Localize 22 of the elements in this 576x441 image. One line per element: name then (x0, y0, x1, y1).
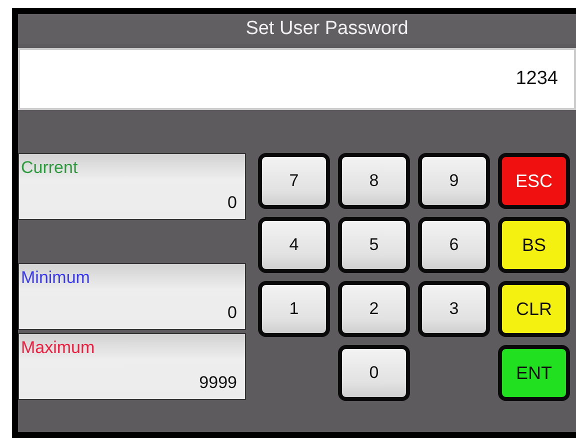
digit-key[interactable]: 3 (418, 281, 490, 337)
digit-key[interactable]: 9 (418, 153, 490, 209)
readout-label: Maximum (21, 338, 95, 357)
function-key[interactable]: ENT (498, 345, 570, 401)
digit-key[interactable]: 6 (418, 217, 490, 273)
readout-label: Minimum (21, 268, 90, 287)
digit-key[interactable]: 0 (338, 345, 410, 401)
readout-value: 0 (228, 193, 238, 214)
readout-label: Current (21, 158, 78, 177)
digit-key[interactable]: 8 (338, 153, 410, 209)
digit-key[interactable]: 5 (338, 217, 410, 273)
password-field[interactable]: 1234 (18, 48, 576, 110)
digit-key[interactable]: 7 (258, 153, 330, 209)
digit-key[interactable]: 2 (338, 281, 410, 337)
function-key[interactable]: CLR (498, 281, 570, 337)
readout-value: 0 (228, 303, 238, 324)
readout-value: 9999 (199, 373, 238, 394)
digit-key[interactable]: 4 (258, 217, 330, 273)
window-title: Set User Password (244, 18, 408, 40)
digit-key[interactable]: 1 (258, 281, 330, 337)
function-key[interactable]: BS (498, 217, 570, 273)
function-key[interactable]: ESC (498, 153, 570, 209)
